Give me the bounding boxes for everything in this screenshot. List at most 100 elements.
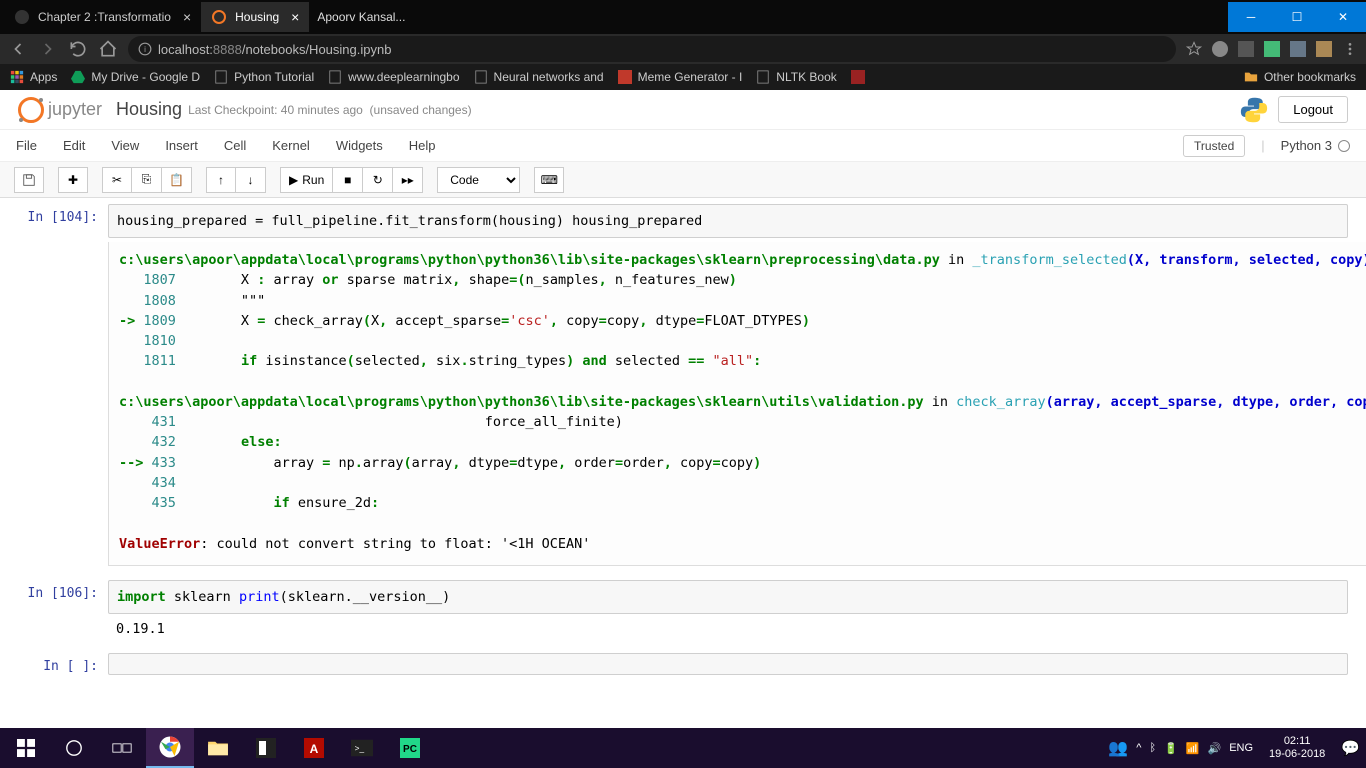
reload-icon[interactable] xyxy=(68,39,88,59)
menu-view[interactable]: View xyxy=(111,138,139,153)
code-cell[interactable]: In [106]: import sklearn print(sklearn._… xyxy=(18,580,1348,644)
jupyter-logo[interactable]: jupyter xyxy=(18,97,102,123)
svg-text:PC: PC xyxy=(403,744,417,755)
extension-icon[interactable] xyxy=(1238,41,1254,57)
language-indicator[interactable]: ENG xyxy=(1229,742,1253,754)
extension-icon[interactable] xyxy=(1212,41,1228,57)
windows-taskbar: A >_ PC 👥 ^ ᛒ 🔋 📶 🔊 ENG 02:11 19-06-2018… xyxy=(0,728,1366,768)
folder-icon xyxy=(1244,70,1258,84)
code-input[interactable] xyxy=(108,653,1348,675)
move-up-button[interactable]: ↑ xyxy=(206,167,236,193)
notifications-icon[interactable]: 💬 xyxy=(1341,739,1360,757)
cortana-button[interactable] xyxy=(50,728,98,768)
bookmark-item[interactable]: www.deeplearningbo xyxy=(328,70,459,84)
code-cell[interactable]: In [104]: housing_prepared = full_pipeli… xyxy=(18,204,1348,238)
notebook-title[interactable]: Housing xyxy=(116,99,182,120)
people-icon[interactable]: 👥 xyxy=(1108,738,1128,758)
app-taskbar-icon[interactable] xyxy=(242,728,290,768)
copy-button[interactable]: ⎘ xyxy=(132,167,162,193)
code-cell[interactable]: In [ ]: xyxy=(18,653,1348,675)
menu-insert[interactable]: Insert xyxy=(165,138,198,153)
jupyter-logo-icon xyxy=(18,97,44,123)
menu-cell[interactable]: Cell xyxy=(224,138,246,153)
volume-icon[interactable]: 🔊 xyxy=(1207,742,1221,755)
extension-icon[interactable] xyxy=(1290,41,1306,57)
cut-button[interactable]: ✂ xyxy=(102,167,132,193)
close-icon[interactable]: × xyxy=(183,9,191,25)
close-button[interactable]: ✕ xyxy=(1320,2,1366,32)
home-icon[interactable] xyxy=(98,39,118,59)
menu-edit[interactable]: Edit xyxy=(63,138,85,153)
tray-expand-icon[interactable]: ^ xyxy=(1136,742,1141,754)
stop-button[interactable]: ■ xyxy=(333,167,363,193)
menu-kernel[interactable]: Kernel xyxy=(272,138,310,153)
clock[interactable]: 02:11 19-06-2018 xyxy=(1261,735,1333,761)
address-bar[interactable]: i localhost:8888/notebooks/Housing.ipynb xyxy=(128,36,1176,62)
terminal-taskbar-icon[interactable]: >_ xyxy=(338,728,386,768)
address-bar-row: i localhost:8888/notebooks/Housing.ipynb xyxy=(0,34,1366,64)
menu-help[interactable]: Help xyxy=(409,138,436,153)
logout-button[interactable]: Logout xyxy=(1278,96,1348,123)
svg-text:A: A xyxy=(310,742,319,756)
github-icon xyxy=(14,9,30,25)
system-tray: 👥 ^ ᛒ 🔋 📶 🔊 ENG 02:11 19-06-2018 💬 xyxy=(1108,735,1364,761)
battery-icon[interactable]: 🔋 xyxy=(1164,742,1178,755)
extension-icon[interactable] xyxy=(1316,41,1332,57)
tab-title: Chapter 2 :Transformatio xyxy=(38,10,171,24)
restart-run-all-button[interactable]: ▸▸ xyxy=(393,167,423,193)
start-button[interactable] xyxy=(2,728,50,768)
bookmark-item[interactable] xyxy=(851,70,865,84)
chrome-taskbar-icon[interactable] xyxy=(146,728,194,768)
explorer-taskbar-icon[interactable] xyxy=(194,728,242,768)
trusted-badge[interactable]: Trusted xyxy=(1183,135,1245,157)
kernel-status-icon xyxy=(1338,140,1350,152)
add-cell-button[interactable]: ✚ xyxy=(58,167,88,193)
bookmark-item[interactable]: Python Tutorial xyxy=(214,70,314,84)
browser-tab[interactable]: Housing × xyxy=(201,2,309,32)
star-icon[interactable] xyxy=(1186,41,1202,57)
cell-type-select[interactable]: Code xyxy=(437,167,520,193)
move-down-button[interactable]: ↓ xyxy=(236,167,266,193)
jupyter-header: jupyter Housing Last Checkpoint: 40 minu… xyxy=(0,90,1366,130)
apps-label: Apps xyxy=(30,70,57,84)
wifi-icon[interactable]: 📶 xyxy=(1186,742,1200,755)
bookmark-item[interactable]: NLTK Book xyxy=(756,70,836,84)
paste-button[interactable]: 📋 xyxy=(162,167,192,193)
browser-tab[interactable]: Chapter 2 :Transformatio × xyxy=(4,2,201,32)
bookmark-item[interactable]: Neural networks and xyxy=(474,70,604,84)
browser-user[interactable]: Apoorv Kansal... xyxy=(309,10,413,24)
restart-button[interactable]: ↻ xyxy=(363,167,393,193)
bluetooth-icon[interactable]: ᛒ xyxy=(1149,742,1156,754)
bookmark-item[interactable]: Meme Generator - I xyxy=(618,70,743,84)
save-button[interactable] xyxy=(14,167,44,193)
forward-icon[interactable] xyxy=(38,39,58,59)
other-bookmarks[interactable]: Other bookmarks xyxy=(1244,70,1356,84)
extension-icon[interactable] xyxy=(1264,41,1280,57)
tab-title: Housing xyxy=(235,10,279,24)
kernel-indicator[interactable]: Python 3 xyxy=(1281,138,1350,153)
close-icon[interactable]: × xyxy=(291,9,299,25)
menu-file[interactable]: File xyxy=(16,138,37,153)
traceback-output[interactable]: c:\users\apoor\appdata\local\programs\py… xyxy=(108,242,1366,566)
menu-icon[interactable] xyxy=(1342,41,1358,57)
minimize-button[interactable]: ─ xyxy=(1228,2,1274,32)
menu-widgets[interactable]: Widgets xyxy=(336,138,383,153)
page-icon xyxy=(851,70,865,84)
acrobat-taskbar-icon[interactable]: A xyxy=(290,728,338,768)
run-button[interactable]: ▶ Run xyxy=(280,167,333,193)
svg-text:i: i xyxy=(144,45,146,54)
code-input[interactable]: housing_prepared = full_pipeline.fit_tra… xyxy=(108,204,1348,238)
maximize-button[interactable]: ☐ xyxy=(1274,2,1320,32)
page-icon xyxy=(328,70,342,84)
back-icon[interactable] xyxy=(8,39,28,59)
window-controls: ─ ☐ ✕ xyxy=(1228,2,1366,32)
task-view-button[interactable] xyxy=(98,728,146,768)
command-palette-button[interactable]: ⌨ xyxy=(534,167,564,193)
apps-button[interactable]: Apps xyxy=(10,70,57,84)
meme-icon xyxy=(618,70,632,84)
svg-text:>_: >_ xyxy=(355,744,365,753)
notebook-area[interactable]: In [104]: housing_prepared = full_pipeli… xyxy=(0,198,1366,720)
pycharm-taskbar-icon[interactable]: PC xyxy=(386,728,434,768)
bookmark-item[interactable]: My Drive - Google D xyxy=(71,70,200,84)
code-input[interactable]: import sklearn print(sklearn.__version__… xyxy=(108,580,1348,614)
